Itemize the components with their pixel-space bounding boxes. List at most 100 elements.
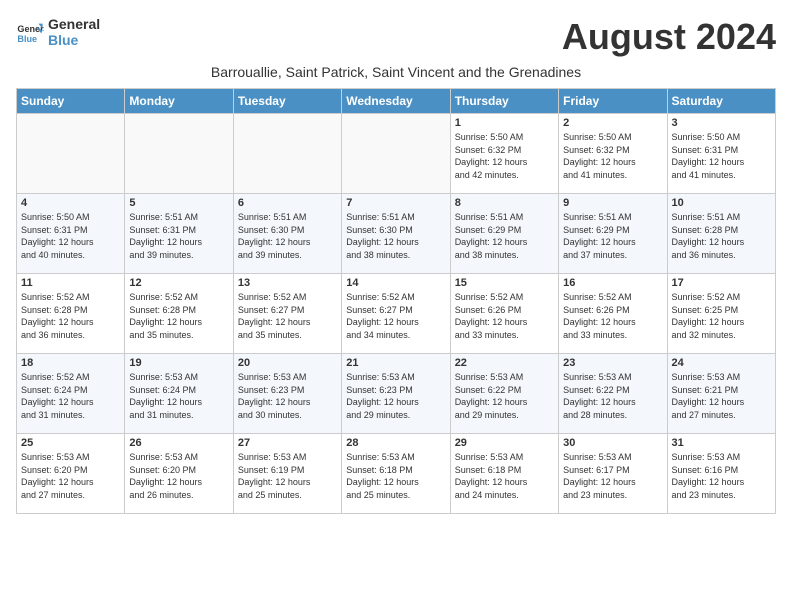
table-row: 27 Sunrise: 5:53 AM Sunset: 6:19 PM Dayli… [233,434,341,514]
day-info: Sunrise: 5:50 AM Sunset: 6:31 PM Dayligh… [672,131,771,181]
day-info: Sunrise: 5:51 AM Sunset: 6:29 PM Dayligh… [455,211,554,261]
day-number: 15 [455,277,554,289]
calendar-table: Sunday Monday Tuesday Wednesday Thursday… [16,88,776,514]
day-number: 7 [346,197,445,209]
page-header: General Blue General Blue August 2024 [16,16,776,58]
day-info: Sunrise: 5:53 AM Sunset: 6:23 PM Dayligh… [346,371,445,421]
calendar-header-row: Sunday Monday Tuesday Wednesday Thursday… [17,89,776,114]
day-number: 12 [129,277,228,289]
header-wednesday: Wednesday [342,89,450,114]
table-row: 18Sunrise: 5:52 AM Sunset: 6:24 PM Dayli… [17,354,125,434]
header-monday: Monday [125,89,233,114]
day-number: 10 [672,197,771,209]
day-number: 6 [238,197,337,209]
day-info: Sunrise: 5:53 AM Sunset: 6:24 PM Dayligh… [129,371,228,421]
day-info: Sunrise: 5:53 AM Sunset: 6:23 PM Dayligh… [238,371,337,421]
day-info: Sunrise: 5:53 AM Sunset: 6:18 PM Dayligh… [455,451,554,501]
table-row: 10 Sunrise: 5:51 AM Sunset: 6:28 PM Dayli… [667,194,775,274]
table-row: 26 Sunrise: 5:53 AM Sunset: 6:20 PM Dayli… [125,434,233,514]
table-row: 23 Sunrise: 5:53 AM Sunset: 6:22 PM Dayli… [559,354,667,434]
day-number: 26 [129,437,228,449]
day-number: 3 [672,117,771,129]
day-number: 23 [563,357,662,369]
table-row: 13 Sunrise: 5:52 AM Sunset: 6:27 PM Dayli… [233,274,341,354]
logo-line2: Blue [48,32,100,48]
header-thursday: Thursday [450,89,558,114]
table-row [125,114,233,194]
day-number: 5 [129,197,228,209]
table-row: 9Sunrise: 5:51 AM Sunset: 6:29 PM Daylig… [559,194,667,274]
table-row: 31 Sunrise: 5:53 AM Sunset: 6:16 PM Dayli… [667,434,775,514]
day-info: Sunrise: 5:52 AM Sunset: 6:26 PM Dayligh… [455,291,554,341]
day-info: Sunrise: 5:53 AM Sunset: 6:18 PM Dayligh… [346,451,445,501]
day-number: 2 [563,117,662,129]
table-row: 14 Sunrise: 5:52 AM Sunset: 6:27 PM Dayli… [342,274,450,354]
table-row: 20Sunrise: 5:53 AM Sunset: 6:23 PM Dayli… [233,354,341,434]
calendar-subtitle: Barrouallie, Saint Patrick, Saint Vincen… [16,64,776,80]
day-info: Sunrise: 5:52 AM Sunset: 6:24 PM Dayligh… [21,371,120,421]
day-info: Sunrise: 5:53 AM Sunset: 6:22 PM Dayligh… [455,371,554,421]
day-info: Sunrise: 5:53 AM Sunset: 6:20 PM Dayligh… [129,451,228,501]
day-number: 14 [346,277,445,289]
day-number: 21 [346,357,445,369]
day-info: Sunrise: 5:53 AM Sunset: 6:19 PM Dayligh… [238,451,337,501]
svg-text:Blue: Blue [17,34,37,44]
table-row: 24Sunrise: 5:53 AM Sunset: 6:21 PM Dayli… [667,354,775,434]
header-tuesday: Tuesday [233,89,341,114]
table-row: 21 Sunrise: 5:53 AM Sunset: 6:23 PM Dayli… [342,354,450,434]
table-row: 15 Sunrise: 5:52 AM Sunset: 6:26 PM Dayli… [450,274,558,354]
table-row: 12 Sunrise: 5:52 AM Sunset: 6:28 PM Dayli… [125,274,233,354]
table-row [17,114,125,194]
day-info: Sunrise: 5:52 AM Sunset: 6:26 PM Dayligh… [563,291,662,341]
day-info: Sunrise: 5:51 AM Sunset: 6:30 PM Dayligh… [238,211,337,261]
day-info: Sunrise: 5:52 AM Sunset: 6:28 PM Dayligh… [129,291,228,341]
day-number: 13 [238,277,337,289]
day-number: 31 [672,437,771,449]
day-number: 24 [672,357,771,369]
day-number: 17 [672,277,771,289]
day-number: 19 [129,357,228,369]
calendar-week-row: 4 Sunrise: 5:50 AM Sunset: 6:31 PM Daylig… [17,194,776,274]
day-number: 22 [455,357,554,369]
calendar-week-row: 25 Sunrise: 5:53 AM Sunset: 6:20 PM Dayli… [17,434,776,514]
table-row: 3 Sunrise: 5:50 AM Sunset: 6:31 PM Daylig… [667,114,775,194]
day-info: Sunrise: 5:50 AM Sunset: 6:32 PM Dayligh… [563,131,662,181]
day-info: Sunrise: 5:51 AM Sunset: 6:28 PM Dayligh… [672,211,771,261]
table-row: 4 Sunrise: 5:50 AM Sunset: 6:31 PM Daylig… [17,194,125,274]
day-info: Sunrise: 5:53 AM Sunset: 6:20 PM Dayligh… [21,451,120,501]
table-row: 17 Sunrise: 5:52 AM Sunset: 6:25 PM Dayli… [667,274,775,354]
day-number: 8 [455,197,554,209]
day-info: Sunrise: 5:53 AM Sunset: 6:16 PM Dayligh… [672,451,771,501]
day-info: Sunrise: 5:53 AM Sunset: 6:22 PM Dayligh… [563,371,662,421]
table-row: 22 Sunrise: 5:53 AM Sunset: 6:22 PM Dayli… [450,354,558,434]
table-row: 1 Sunrise: 5:50 AM Sunset: 6:32 PM Daylig… [450,114,558,194]
day-info: Sunrise: 5:50 AM Sunset: 6:31 PM Dayligh… [21,211,120,261]
month-title: August 2024 [562,16,776,58]
table-row: 25 Sunrise: 5:53 AM Sunset: 6:20 PM Dayli… [17,434,125,514]
calendar-week-row: 11 Sunrise: 5:52 AM Sunset: 6:28 PM Dayli… [17,274,776,354]
day-number: 4 [21,197,120,209]
day-number: 27 [238,437,337,449]
table-row: 8 Sunrise: 5:51 AM Sunset: 6:29 PM Daylig… [450,194,558,274]
day-number: 16 [563,277,662,289]
table-row: 2 Sunrise: 5:50 AM Sunset: 6:32 PM Daylig… [559,114,667,194]
header-saturday: Saturday [667,89,775,114]
day-info: Sunrise: 5:51 AM Sunset: 6:30 PM Dayligh… [346,211,445,261]
day-info: Sunrise: 5:52 AM Sunset: 6:25 PM Dayligh… [672,291,771,341]
table-row: 30Sunrise: 5:53 AM Sunset: 6:17 PM Dayli… [559,434,667,514]
logo: General Blue General Blue [16,16,100,48]
table-row: 29Sunrise: 5:53 AM Sunset: 6:18 PM Dayli… [450,434,558,514]
day-number: 25 [21,437,120,449]
table-row: 16 Sunrise: 5:52 AM Sunset: 6:26 PM Dayli… [559,274,667,354]
day-info: Sunrise: 5:51 AM Sunset: 6:29 PM Dayligh… [563,211,662,261]
day-info: Sunrise: 5:52 AM Sunset: 6:28 PM Dayligh… [21,291,120,341]
logo-icon: General Blue [16,18,44,46]
day-number: 11 [21,277,120,289]
day-info: Sunrise: 5:52 AM Sunset: 6:27 PM Dayligh… [346,291,445,341]
day-info: Sunrise: 5:51 AM Sunset: 6:31 PM Dayligh… [129,211,228,261]
table-row [342,114,450,194]
day-info: Sunrise: 5:50 AM Sunset: 6:32 PM Dayligh… [455,131,554,181]
day-info: Sunrise: 5:52 AM Sunset: 6:27 PM Dayligh… [238,291,337,341]
day-number: 1 [455,117,554,129]
day-number: 28 [346,437,445,449]
